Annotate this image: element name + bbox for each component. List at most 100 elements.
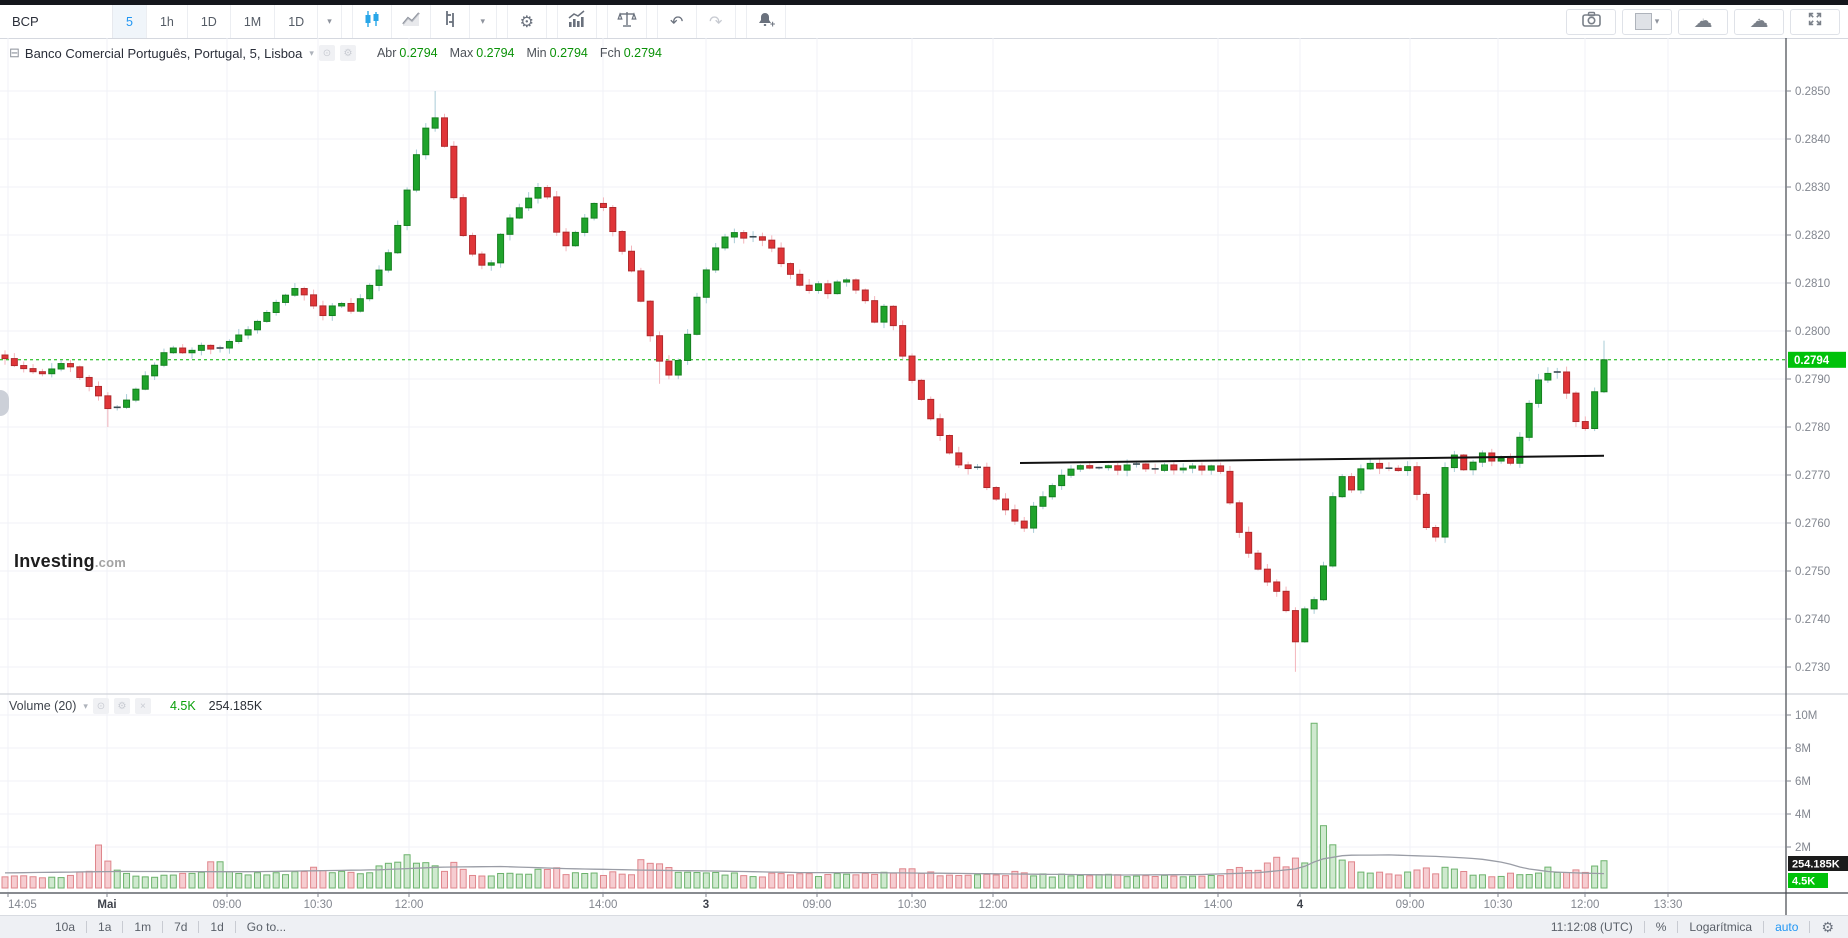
svg-text:13:30: 13:30 bbox=[1654, 899, 1683, 911]
toolbar-spacer bbox=[597, 5, 608, 38]
chevron-down-icon[interactable]: ▾ bbox=[83, 701, 88, 712]
volume-current-value: 254.185K bbox=[208, 699, 263, 713]
goto-button[interactable]: Go to... bbox=[236, 920, 297, 934]
svg-text:254.185K: 254.185K bbox=[1792, 859, 1840, 871]
clock-utc[interactable]: 11:12:08 (UTC) bbox=[1540, 920, 1644, 934]
eye-icon: ⊙ bbox=[96, 700, 106, 712]
volume-axis: 2M 4M 6M 8M 10M bbox=[1786, 710, 1817, 854]
candlestick-chart-button[interactable] bbox=[353, 5, 392, 38]
svg-text:12:00: 12:00 bbox=[395, 899, 424, 911]
toggle-visibility-button[interactable]: ⊙ bbox=[318, 45, 335, 61]
svg-text:0.2750: 0.2750 bbox=[1795, 566, 1830, 578]
percent-scale-button[interactable]: % bbox=[1645, 920, 1678, 934]
svg-text:4.5K: 4.5K bbox=[1792, 876, 1815, 888]
range-1d-button[interactable]: 1d bbox=[199, 920, 234, 934]
svg-text:0.2800: 0.2800 bbox=[1795, 326, 1830, 338]
snapshot-button[interactable] bbox=[1566, 8, 1616, 35]
bottom-toolbar-right: 11:12:08 (UTC) % Logarítmica auto ⚙ bbox=[1540, 919, 1834, 936]
volume-label: Volume (20) bbox=[9, 699, 77, 713]
interval-dropdown-caret[interactable]: ▾ bbox=[318, 5, 342, 38]
undo-icon: ↶ bbox=[670, 13, 684, 31]
toolbar-spacer bbox=[736, 5, 747, 38]
volume-settings-button[interactable]: ⚙ bbox=[113, 698, 130, 714]
range-1m-button[interactable]: 1m bbox=[123, 920, 162, 934]
svg-text:09:00: 09:00 bbox=[803, 899, 832, 911]
axis-frame bbox=[0, 38, 1848, 915]
volume-visibility-button[interactable]: ⊙ bbox=[92, 698, 109, 714]
ohlc-readout: Abr 0.2794 Max 0.2794 Min 0.2794 Fch 0.2794 bbox=[377, 46, 662, 60]
svg-text:0.2830: 0.2830 bbox=[1795, 182, 1830, 194]
svg-text:4: 4 bbox=[1297, 899, 1304, 911]
bottom-toolbar: 10a 1a 1m 7d 1d Go to... 11:12:08 (UTC) … bbox=[0, 915, 1848, 938]
range-1y-button[interactable]: 1a bbox=[87, 920, 122, 934]
svg-text:14:00: 14:00 bbox=[1204, 899, 1233, 911]
svg-text:6M: 6M bbox=[1795, 776, 1811, 788]
svg-text:8M: 8M bbox=[1795, 743, 1811, 755]
instrument-title: Banco Comercial Português, Portugal, 5, … bbox=[24, 45, 303, 61]
chevron-down-icon[interactable]: ▾ bbox=[309, 48, 314, 59]
svg-text:Mai: Mai bbox=[97, 899, 116, 911]
add-alert-button[interactable]: + bbox=[747, 5, 786, 38]
toolbar-spacer bbox=[342, 5, 353, 38]
indicators-icon bbox=[567, 10, 587, 33]
svg-text:10:30: 10:30 bbox=[304, 899, 333, 911]
chart-settings-button[interactable]: ⚙ bbox=[508, 5, 547, 38]
camera-icon bbox=[1581, 11, 1602, 33]
fullscreen-button[interactable] bbox=[1790, 8, 1840, 35]
close-icon: × bbox=[140, 700, 146, 712]
redo-icon: ↷ bbox=[709, 13, 723, 31]
layout-select-button[interactable]: ▾ bbox=[1622, 8, 1672, 35]
volume-close-button[interactable]: × bbox=[134, 698, 151, 714]
range-10y-button[interactable]: 10a bbox=[44, 920, 86, 934]
collapse-legend-icon[interactable]: ⊟ bbox=[9, 45, 20, 61]
symbol-input[interactable]: BCP bbox=[0, 5, 113, 38]
undo-button[interactable]: ↶ bbox=[658, 5, 697, 38]
line-chart-icon bbox=[401, 10, 421, 33]
svg-text:0.2840: 0.2840 bbox=[1795, 134, 1830, 146]
interval-1m-button[interactable]: 1M bbox=[231, 5, 276, 38]
eye-icon: ⊙ bbox=[322, 47, 332, 59]
chart-area: 0.2850 0.2840 0.2830 0.2820 0.2810 0.2800 0.27… bbox=[0, 38, 1848, 915]
interval-1h-button[interactable]: 1h bbox=[147, 5, 188, 38]
candlestick-icon bbox=[362, 10, 382, 33]
log-scale-button[interactable]: Logarítmica bbox=[1678, 920, 1763, 934]
investing-logo: Investing.com bbox=[14, 551, 126, 572]
save-chart-button[interactable]: ☁ ↑ bbox=[1734, 8, 1784, 35]
indicators-button[interactable] bbox=[558, 5, 597, 38]
svg-text:10M: 10M bbox=[1795, 710, 1817, 722]
auto-scale-button[interactable]: auto bbox=[1764, 920, 1809, 934]
redo-button[interactable]: ↷ bbox=[697, 5, 736, 38]
toolbar-right-group: ▾ ☁ ↓ ☁ ↑ bbox=[1566, 5, 1848, 38]
svg-text:10:30: 10:30 bbox=[1484, 899, 1513, 911]
gear-icon: ⚙ bbox=[117, 700, 127, 712]
gear-icon: ⚙ bbox=[1821, 918, 1834, 935]
low-value: 0.2794 bbox=[549, 46, 588, 60]
grid-lines bbox=[0, 38, 1786, 893]
close-label: Fch bbox=[599, 46, 621, 60]
svg-text:14:05: 14:05 bbox=[8, 899, 37, 911]
svg-text:0.2780: 0.2780 bbox=[1795, 422, 1830, 434]
svg-text:2M: 2M bbox=[1795, 842, 1811, 854]
range-7d-button[interactable]: 7d bbox=[163, 920, 198, 934]
price-axis: 0.2850 0.2840 0.2830 0.2820 0.2810 0.2800 0.27… bbox=[1786, 86, 1830, 674]
svg-text:+: + bbox=[770, 19, 775, 29]
bar-style-caret[interactable]: ▾ bbox=[470, 5, 497, 38]
cloud-upload-icon: ☁ ↑ bbox=[1749, 11, 1769, 32]
gear-icon: ⚙ bbox=[519, 13, 534, 31]
interval-1d2-button[interactable]: 1D bbox=[275, 5, 319, 38]
line-chart-button[interactable] bbox=[392, 5, 431, 38]
logo-suffix: .com bbox=[94, 555, 126, 570]
load-chart-button[interactable]: ☁ ↓ bbox=[1678, 8, 1728, 35]
svg-text:12:00: 12:00 bbox=[1571, 899, 1600, 911]
interval-1d-button[interactable]: 1D bbox=[188, 5, 231, 38]
interval-5m-button[interactable]: 5 bbox=[113, 5, 147, 38]
compare-button[interactable] bbox=[608, 5, 647, 38]
candle-wicks bbox=[4, 91, 1605, 672]
volume-ma-value: 4.5K bbox=[169, 699, 196, 713]
logo-bold: Investing bbox=[14, 551, 95, 571]
price-volume-chart[interactable]: 0.2850 0.2840 0.2830 0.2820 0.2810 0.2800 0.27… bbox=[0, 38, 1848, 915]
series-settings-button[interactable]: ⚙ bbox=[339, 45, 356, 61]
bar-style-button[interactable] bbox=[431, 5, 470, 38]
svg-text:0.2760: 0.2760 bbox=[1795, 518, 1830, 530]
axis-settings-button[interactable]: ⚙ bbox=[1810, 919, 1834, 936]
